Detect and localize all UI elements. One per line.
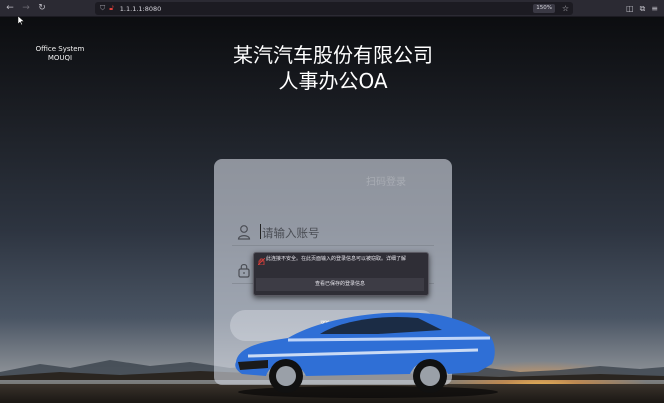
extensions-icon[interactable]: ⧉ [640, 0, 646, 17]
toolbar-right: ◫ ⧉ ≡ [626, 0, 658, 17]
pocket-icon[interactable]: ◫ [626, 0, 634, 17]
url-text[interactable]: 1.1.1.1:8080 [120, 5, 161, 13]
back-icon[interactable]: ← [2, 0, 18, 17]
user-icon [237, 225, 251, 240]
insecure-lock-icon[interactable]: 🔓︎ [109, 4, 114, 13]
warning-message[interactable]: 此连接不安全。在此页面输入的登录信息可以被窃取。详细了解 [266, 256, 424, 263]
tab-qr-login[interactable]: 扫码登录 [366, 173, 406, 188]
mouse-cursor [18, 16, 24, 25]
brand-logo: Office System MOUQI [28, 45, 92, 63]
page-title-line-2: 人事办公OA [278, 69, 388, 93]
insecure-login-warning: 此连接不安全。在此页面输入的登录信息可以被窃取。详细了解 查看已保存的登录信息 [253, 252, 429, 296]
view-saved-logins-button[interactable]: 查看已保存的登录信息 [256, 278, 424, 291]
browser-toolbar: ← → ↻ ⛉ 🔓︎ 1.1.1.1:8080 150% ☆ ◫ ⧉ ≡ [0, 0, 664, 17]
account-row [232, 221, 434, 246]
car-image [235, 312, 498, 398]
bookmark-star-icon[interactable]: ☆ [562, 2, 569, 15]
forward-icon[interactable]: → [18, 0, 34, 17]
page-title-line-1: 某汽汽车股份有限公司 [233, 43, 433, 67]
url-bar[interactable]: ⛉ 🔓︎ 1.1.1.1:8080 150% ☆ [95, 2, 573, 15]
menu-icon[interactable]: ≡ [651, 0, 658, 17]
brand-line-1: Office System [35, 45, 85, 53]
text-caret [260, 224, 261, 239]
account-input[interactable] [260, 223, 434, 243]
login-tabs: 扫码登录 [214, 173, 452, 189]
zoom-badge[interactable]: 150% [533, 4, 555, 13]
lock-icon [238, 263, 250, 278]
page-title: 某汽汽车股份有限公司 人事办公OA [170, 42, 496, 94]
shield-icon[interactable]: ⛉ [100, 4, 105, 13]
warning-lock-icon [258, 258, 265, 265]
reload-icon[interactable]: ↻ [34, 0, 50, 17]
brand-line-2: MOUQI [47, 54, 73, 62]
